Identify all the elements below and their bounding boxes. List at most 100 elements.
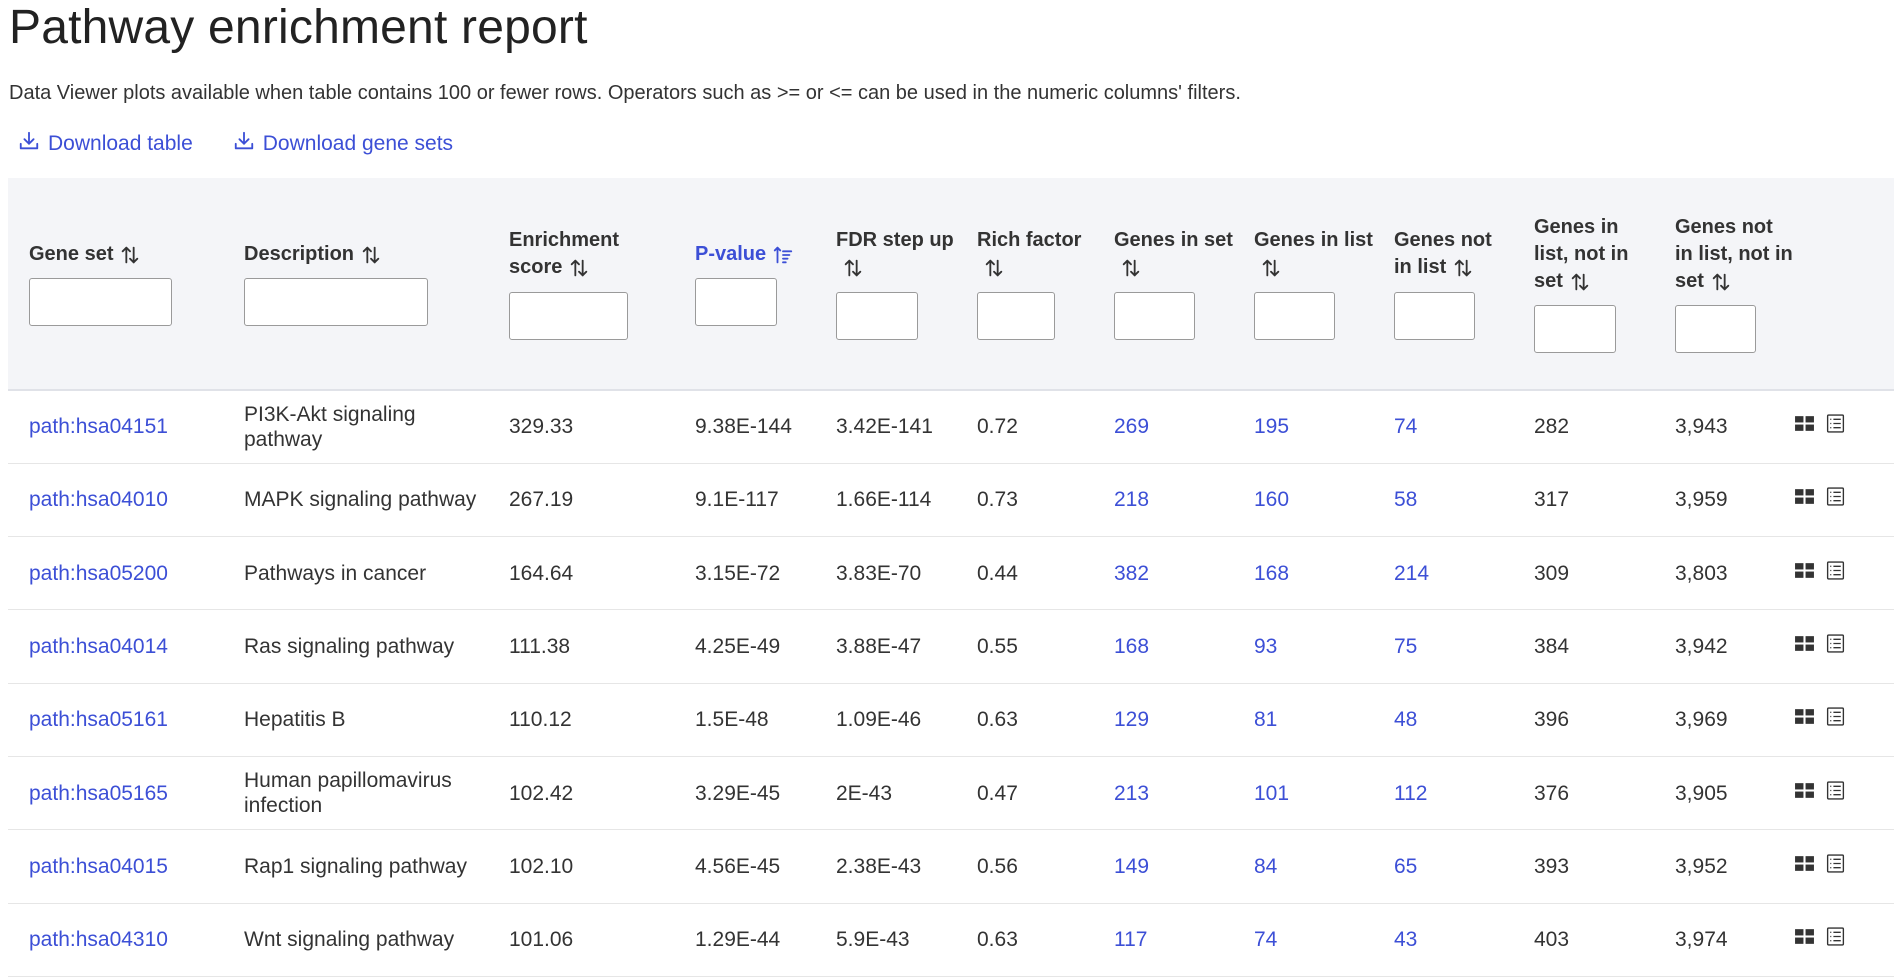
cell-not-in-list-link[interactable]: 75 [1373, 610, 1513, 683]
cell-not-list-not-set: 3,942 [1675, 635, 1728, 659]
cell-not-in-list-link[interactable]: 65 [1373, 830, 1513, 903]
cell-pvalue: 4.25E-49 [695, 635, 781, 659]
column-header-label[interactable]: Genes in list, not in set [1534, 214, 1654, 295]
cell-in-list-link[interactable]: 84 [1233, 830, 1373, 903]
column-header-label[interactable]: Genes not in list [1394, 227, 1513, 281]
list-details-icon[interactable] [1825, 560, 1846, 587]
sort-icon[interactable] [1452, 255, 1474, 282]
column-header-label[interactable]: Genes in list [1254, 227, 1373, 281]
column-filter-input[interactable] [836, 291, 918, 340]
cell-not-in-list-link[interactable]: 74 [1373, 390, 1513, 463]
row-actions [1794, 830, 1894, 903]
cell-in-list-link[interactable]: 74 [1233, 903, 1373, 976]
cell-in-list-link[interactable]: 101 [1233, 756, 1373, 829]
cell-gene-set-link[interactable]: path:hsa04015 [8, 830, 223, 903]
sort-icon[interactable] [568, 255, 590, 282]
grid-view-icon[interactable] [1794, 633, 1815, 660]
column-filter-input[interactable] [29, 278, 172, 327]
cell-fdr: 5.9E-43 [836, 928, 910, 952]
cell-in-set-link[interactable]: 129 [1093, 683, 1233, 756]
cell-not-in-list-link[interactable]: 214 [1373, 537, 1513, 610]
column-filter-input[interactable] [695, 278, 777, 327]
grid-view-icon[interactable] [1794, 926, 1815, 953]
row-actions [1794, 390, 1894, 463]
grid-view-icon[interactable] [1794, 706, 1815, 733]
cell-in-set-link[interactable]: 218 [1093, 463, 1233, 536]
column-header-not-in-list: Genes not in list [1373, 178, 1513, 390]
column-filter-input[interactable] [1254, 291, 1335, 340]
cell-gene-set-link[interactable]: path:hsa05165 [8, 756, 223, 829]
sort-icon[interactable] [119, 241, 141, 268]
grid-view-icon[interactable] [1794, 780, 1815, 807]
column-filter-input[interactable] [1675, 305, 1756, 354]
cell-in-set-link[interactable]: 168 [1093, 610, 1233, 683]
column-filter-input[interactable] [1534, 305, 1616, 354]
sort-ascending-icon[interactable] [772, 241, 794, 268]
cell-in-list-link[interactable]: 168 [1233, 537, 1373, 610]
column-header-label[interactable]: FDR step up [836, 227, 956, 281]
cell-pvalue: 3.15E-72 [695, 561, 781, 585]
list-details-icon[interactable] [1825, 486, 1846, 513]
column-header-label[interactable]: Genes in set [1114, 227, 1233, 281]
column-filter-input[interactable] [1394, 291, 1475, 340]
cell-gene-set-link[interactable]: path:hsa04310 [8, 903, 223, 976]
grid-view-icon[interactable] [1794, 560, 1815, 587]
column-header-label[interactable]: Gene set [29, 241, 223, 268]
sort-icon[interactable] [842, 255, 864, 282]
cell-gene-set-link[interactable]: path:hsa04151 [8, 390, 223, 463]
sort-icon[interactable] [1710, 268, 1732, 295]
cell-pvalue: 3.29E-45 [695, 781, 781, 805]
download-gene-sets-link[interactable]: Download gene sets [233, 130, 453, 158]
cell-not-in-list-link[interactable]: 58 [1373, 463, 1513, 536]
sort-icon[interactable] [983, 255, 1005, 282]
cell-gene-set-link[interactable]: path:hsa05200 [8, 537, 223, 610]
cell-in-list-not-set: 393 [1534, 854, 1570, 878]
cell-in-list-link[interactable]: 160 [1233, 463, 1373, 536]
cell-gene-set-link[interactable]: path:hsa05161 [8, 683, 223, 756]
cell-enrichment: 102.10 [509, 854, 574, 878]
column-filter-input[interactable] [244, 278, 428, 327]
sort-icon[interactable] [360, 241, 382, 268]
column-header-label[interactable]: P-value [695, 241, 815, 268]
cell-in-list-link[interactable]: 93 [1233, 610, 1373, 683]
cell-gene-set-link[interactable]: path:hsa04010 [8, 463, 223, 536]
page-subtitle: Data Viewer plots available when table c… [9, 82, 1241, 104]
grid-view-icon[interactable] [1794, 413, 1815, 440]
column-filter-input[interactable] [977, 291, 1055, 340]
list-details-icon[interactable] [1825, 926, 1846, 953]
cell-in-set-link[interactable]: 213 [1093, 756, 1233, 829]
cell-not-in-list-link[interactable]: 48 [1373, 683, 1513, 756]
column-header-gene-set: Gene set [8, 178, 223, 390]
cell-fdr: 3.83E-70 [836, 561, 922, 585]
cell-in-set-link[interactable]: 149 [1093, 830, 1233, 903]
column-header-label[interactable]: Enrichment score [509, 227, 674, 281]
sort-icon[interactable] [1260, 255, 1282, 282]
download-gene-sets-label: Download gene sets [262, 132, 454, 155]
cell-not-in-list-link[interactable]: 43 [1373, 903, 1513, 976]
cell-not-in-list-link[interactable]: 112 [1373, 756, 1513, 829]
row-actions [1794, 756, 1894, 829]
cell-in-list-link[interactable]: 195 [1233, 390, 1373, 463]
column-header-label[interactable]: Rich factor [977, 227, 1093, 281]
cell-in-set-link[interactable]: 269 [1093, 390, 1233, 463]
list-details-icon[interactable] [1825, 633, 1846, 660]
cell-in-set-link[interactable]: 382 [1093, 537, 1233, 610]
list-details-icon[interactable] [1825, 780, 1846, 807]
list-details-icon[interactable] [1825, 706, 1846, 733]
sort-icon[interactable] [1569, 268, 1591, 295]
column-filter-input[interactable] [1114, 291, 1195, 340]
list-details-icon[interactable] [1825, 413, 1846, 440]
cell-gene-set-link[interactable]: path:hsa04014 [8, 610, 223, 683]
grid-view-icon[interactable] [1794, 486, 1815, 513]
grid-view-icon[interactable] [1794, 853, 1815, 880]
column-label-text: Genes in list [1254, 229, 1373, 252]
cell-in-set-link[interactable]: 117 [1093, 903, 1233, 976]
column-header-label[interactable]: Genes not in list, not in set [1675, 214, 1794, 295]
table-row: path:hsa04310 Wnt signaling pathway 101.06… [8, 903, 1894, 977]
column-header-label[interactable]: Description [244, 241, 488, 268]
list-details-icon[interactable] [1825, 853, 1846, 880]
cell-in-list-link[interactable]: 81 [1233, 683, 1373, 756]
sort-icon[interactable] [1120, 255, 1142, 282]
column-filter-input[interactable] [509, 291, 628, 340]
download-table-link[interactable]: Download table [18, 130, 193, 158]
